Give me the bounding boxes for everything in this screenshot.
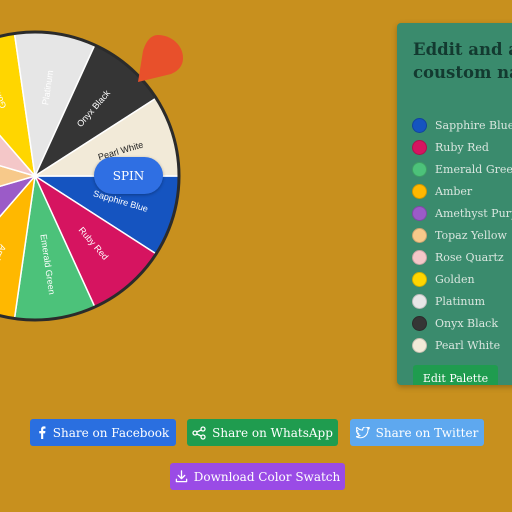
twitter-icon [355,426,370,438]
download-swatch-label: Download Color Swatch [193,469,341,484]
color-name: Ruby Red [435,140,489,154]
color-swatch [412,205,427,221]
share-twitter-button[interactable]: Share on Twitter [350,419,484,446]
palette-color-item: Emerald Green [412,158,512,180]
panel-title: Eddit and add coustom names [413,38,512,84]
color-swatch [412,337,427,353]
panel-title-line-1: Eddit and add [413,40,512,59]
spin-button[interactable]: SPIN [94,157,163,194]
color-name: Amethyst Purple [435,206,512,220]
share-facebook-button[interactable]: Share on Facebook [30,419,176,446]
palette-color-item: Rose Quartz [412,246,512,268]
palette-color-item: Pearl White [412,334,512,356]
facebook-icon [39,426,46,439]
color-name: Pearl White [435,338,501,352]
share-facebook-label: Share on Facebook [52,425,170,440]
palette-color-item: Ruby Red [412,136,512,158]
palette-color-item: Amethyst Purple [412,202,512,224]
color-swatch [412,161,427,177]
edit-palette-button[interactable]: Edit Palette [413,365,498,385]
color-swatch [412,183,427,199]
color-swatch [412,293,427,309]
share-icon [192,425,206,440]
palette-color-item: Platinum [412,290,512,312]
palette-color-item: Onyx Black [412,312,512,334]
share-whatsapp-label: Share on WhatsApp [212,425,333,440]
share-twitter-label: Share on Twitter [375,425,479,440]
panel-title-line-2: coustom names [413,63,512,82]
color-name: Rose Quartz [435,250,504,264]
palette-color-item: Amber [412,180,512,202]
color-name: Onyx Black [435,316,499,330]
download-icon [175,470,188,483]
color-name: Emerald Green [435,162,512,176]
color-swatch [412,315,427,331]
palette-panel: Eddit and add coustom names Sapphire Blu… [397,23,512,385]
color-name: Topaz Yellow [435,228,507,242]
color-name: Golden [435,272,475,286]
download-swatch-button[interactable]: Download Color Swatch [170,463,345,490]
color-swatch [412,139,427,155]
color-swatch [412,117,427,133]
share-whatsapp-button[interactable]: Share on WhatsApp [187,419,338,446]
color-swatch [412,271,427,287]
color-swatch [412,227,427,243]
palette-color-item: Golden [412,268,512,290]
color-name: Platinum [435,294,486,308]
color-name: Amber [435,184,473,198]
palette-color-item: Topaz Yellow [412,224,512,246]
palette-color-item: Sapphire Blue [412,114,512,136]
color-name: Sapphire Blue [435,118,512,132]
color-swatch [412,249,427,265]
wheel-pointer [138,35,183,82]
color-list: Sapphire Blue Ruby Red Emerald Green Amber A… [412,114,512,356]
